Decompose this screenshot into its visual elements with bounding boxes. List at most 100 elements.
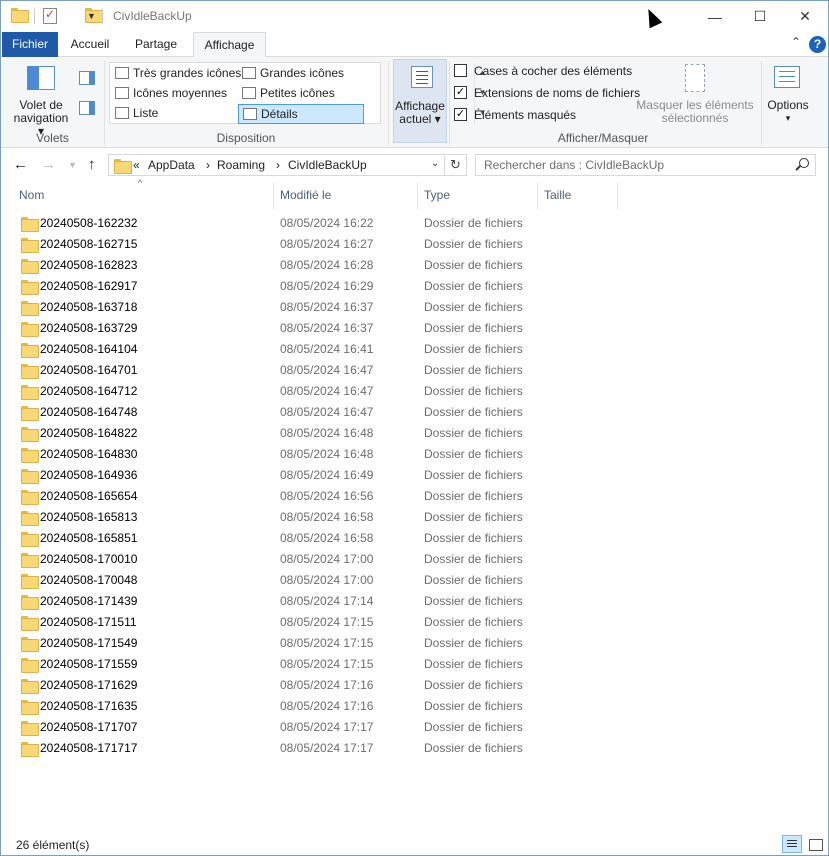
help-icon[interactable]: ?	[809, 36, 826, 53]
customize-toolbar-chevron-down-icon[interactable]: ▼	[87, 11, 96, 21]
address-bar[interactable]: « AppData › Roaming › CivIdleBackUp ⌄	[108, 154, 445, 176]
file-extensions-toggle[interactable]: ✓ Extensions de noms de fichiers	[454, 85, 640, 103]
file-modified: 08/05/2024 16:28	[280, 258, 374, 272]
table-row[interactable]: 20240508-164701 08/05/2024 16:47 Dossier d…	[1, 360, 828, 381]
hide-selected-items-button[interactable]: Masquer les éléments sélectionnés	[633, 99, 757, 125]
table-row[interactable]: 20240508-162823 08/05/2024 16:28 Dossier d…	[1, 255, 828, 276]
properties-check-icon[interactable]	[43, 7, 57, 24]
column-header-type[interactable]: Type	[418, 183, 537, 209]
tab-file[interactable]: Fichier	[2, 32, 58, 57]
file-type: Dossier de fichiers	[424, 279, 523, 293]
group-label-layout: Disposition	[216, 131, 276, 145]
list-icon	[115, 107, 129, 119]
breadcrumb-separator[interactable]: ›	[276, 158, 280, 172]
file-modified: 08/05/2024 16:48	[280, 426, 374, 440]
address-chevron-down-icon[interactable]: ⌄	[431, 158, 439, 169]
item-checkboxes-toggle[interactable]: Cases à cocher des éléments	[454, 63, 632, 81]
table-row[interactable]: 20240508-171717 08/05/2024 17:17 Dossier d…	[1, 738, 828, 759]
forward-arrow-right-icon[interactable]: →	[41, 156, 56, 173]
table-row[interactable]: 20240508-164712 08/05/2024 16:47 Dossier d…	[1, 381, 828, 402]
table-row[interactable]: 20240508-162232 08/05/2024 16:22 Dossier d…	[1, 213, 828, 234]
details-pane-icon[interactable]	[79, 101, 95, 115]
collapse-ribbon-chevron-up-icon[interactable]: ⌃	[791, 35, 801, 49]
table-row[interactable]: 20240508-170010 08/05/2024 17:00 Dossier d…	[1, 549, 828, 570]
details-view-icon[interactable]	[782, 835, 802, 853]
breadcrumb-separator[interactable]: ›	[206, 158, 210, 172]
table-row[interactable]: 20240508-171629 08/05/2024 17:16 Dossier d…	[1, 675, 828, 696]
breadcrumb-appdata[interactable]: AppData	[148, 158, 195, 172]
layout-extra-large-icons[interactable]: Très grandes icônes	[111, 64, 241, 84]
table-row[interactable]: 20240508-163729 08/05/2024 16:37 Dossier d…	[1, 318, 828, 339]
breadcrumb-roaming[interactable]: Roaming	[217, 158, 265, 172]
preview-pane-icon[interactable]	[79, 71, 95, 85]
file-name: 20240508-171511	[40, 615, 137, 629]
table-row[interactable]: 20240508-162917 08/05/2024 16:29 Dossier d…	[1, 276, 828, 297]
folder-icon	[21, 721, 39, 736]
file-name: 20240508-171635	[40, 699, 138, 713]
layout-list[interactable]: Liste	[111, 104, 237, 124]
breadcrumb-overflow[interactable]: «	[133, 158, 140, 172]
folder-icon	[21, 259, 39, 274]
column-header-name[interactable]: Nom	[13, 183, 273, 209]
file-name: 20240508-164822	[40, 426, 138, 440]
file-modified: 08/05/2024 16:58	[280, 510, 374, 524]
minimize-button[interactable]: —	[692, 1, 738, 32]
medium-icons-icon	[115, 87, 129, 99]
checkbox-checked[interactable]: ✓	[454, 86, 467, 99]
refresh-icon[interactable]: ↻	[445, 154, 467, 176]
search-icon[interactable]	[799, 158, 809, 168]
tab-share[interactable]: Partage	[125, 32, 187, 57]
file-type: Dossier de fichiers	[424, 615, 523, 629]
table-row[interactable]: 20240508-164830 08/05/2024 16:48 Dossier d…	[1, 444, 828, 465]
table-row[interactable]: 20240508-171549 08/05/2024 17:15 Dossier d…	[1, 633, 828, 654]
file-modified: 08/05/2024 16:37	[280, 321, 374, 335]
checkbox-checked[interactable]: ✓	[454, 108, 467, 121]
navigation-pane-icon[interactable]	[27, 66, 55, 90]
maximize-button[interactable]: ☐	[737, 1, 783, 32]
column-header-size[interactable]: Taille	[538, 183, 617, 209]
table-row[interactable]: 20240508-165813 08/05/2024 16:58 Dossier d…	[1, 507, 828, 528]
table-row[interactable]: 20240508-164936 08/05/2024 16:49 Dossier d…	[1, 465, 828, 486]
large-icons-view-icon[interactable]	[805, 835, 825, 853]
search-box[interactable]: Rechercher dans : CivIdleBackUp	[475, 154, 816, 176]
table-row[interactable]: 20240508-165654 08/05/2024 16:56 Dossier d…	[1, 486, 828, 507]
table-row[interactable]: 20240508-162715 08/05/2024 16:27 Dossier d…	[1, 234, 828, 255]
table-row[interactable]: 20240508-164822 08/05/2024 16:48 Dossier d…	[1, 423, 828, 444]
file-type: Dossier de fichiers	[424, 552, 523, 566]
layout-details[interactable]: Détails	[238, 104, 364, 124]
up-arrow-up-icon[interactable]: ↑	[88, 156, 96, 173]
file-modified: 08/05/2024 17:17	[280, 741, 374, 755]
layout-medium-icons[interactable]: Icônes moyennes	[111, 84, 237, 104]
breadcrumb-cividlebackup[interactable]: CivIdleBackUp	[288, 158, 367, 172]
file-modified: 08/05/2024 16:29	[280, 279, 374, 293]
table-row[interactable]: 20240508-163718 08/05/2024 16:37 Dossier d…	[1, 297, 828, 318]
file-name: 20240508-164701	[40, 363, 138, 377]
options-button[interactable]: Options ▾	[764, 99, 812, 125]
divider	[388, 61, 389, 145]
tab-home[interactable]: Accueil	[61, 32, 119, 57]
table-row[interactable]: 20240508-171511 08/05/2024 17:15 Dossier d…	[1, 612, 828, 633]
file-name: 20240508-171549	[40, 636, 138, 650]
layout-large-icons[interactable]: Grandes icônes	[238, 64, 364, 84]
checkbox-unchecked[interactable]	[454, 64, 467, 77]
back-arrow-left-icon[interactable]: ←	[13, 156, 28, 173]
table-row[interactable]: 20240508-171439 08/05/2024 17:14 Dossier d…	[1, 591, 828, 612]
folder-icon	[21, 679, 39, 694]
close-button[interactable]: ✕	[782, 1, 828, 32]
column-resize-handle[interactable]	[617, 183, 618, 209]
current-view-button[interactable]: Affichage actuel ▾	[393, 59, 447, 143]
table-row[interactable]: 20240508-170048 08/05/2024 17:00 Dossier d…	[1, 570, 828, 591]
hidden-items-toggle[interactable]: ✓ Éléments masqués	[454, 107, 576, 125]
table-row[interactable]: 20240508-165851 08/05/2024 16:58 Dossier d…	[1, 528, 828, 549]
column-header-modified[interactable]: Modifié le	[274, 183, 417, 209]
table-row[interactable]: 20240508-171707 08/05/2024 17:17 Dossier d…	[1, 717, 828, 738]
table-row[interactable]: 20240508-164748 08/05/2024 16:47 Dossier d…	[1, 402, 828, 423]
layout-small-icons[interactable]: Petites icônes	[238, 84, 364, 104]
table-row[interactable]: 20240508-171559 08/05/2024 17:15 Dossier d…	[1, 654, 828, 675]
file-modified: 08/05/2024 17:17	[280, 720, 374, 734]
table-row[interactable]: 20240508-164104 08/05/2024 16:41 Dossier d…	[1, 339, 828, 360]
recent-locations-chevron-down-icon[interactable]: ▼	[68, 160, 77, 170]
tab-view[interactable]: Affichage	[193, 32, 266, 58]
table-row[interactable]: 20240508-171635 08/05/2024 17:16 Dossier d…	[1, 696, 828, 717]
options-icon[interactable]	[774, 66, 800, 88]
